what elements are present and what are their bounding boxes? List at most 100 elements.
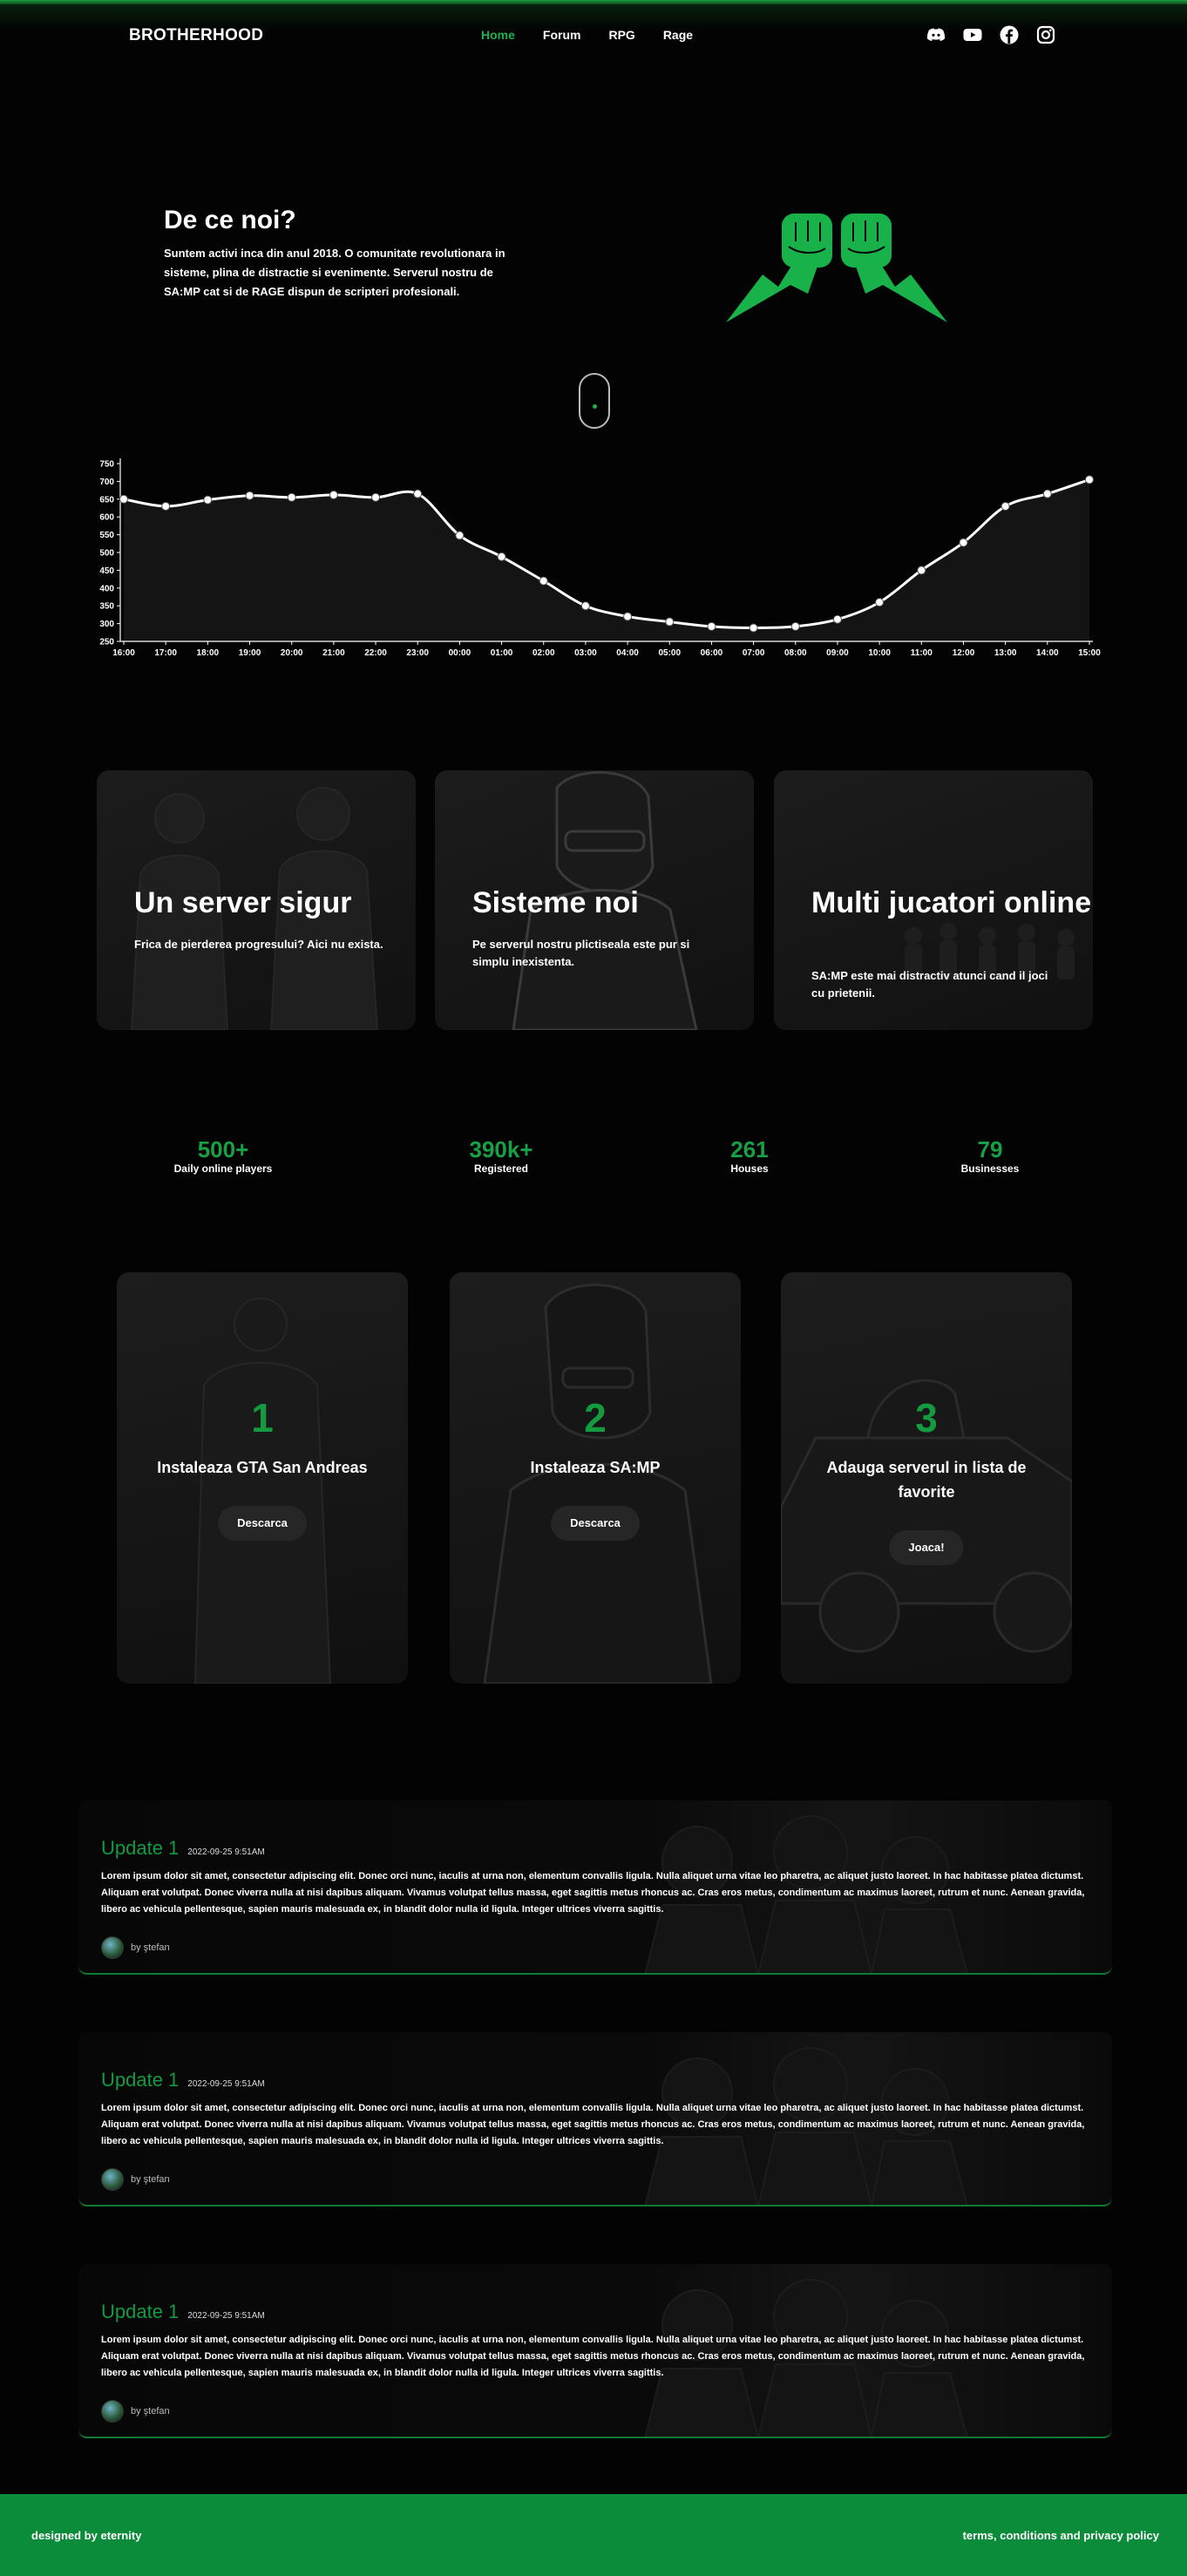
feature-title: Un server sigur [134,886,352,919]
chart-x-tick-label: 03:00 [574,648,597,658]
chart-data-point [707,621,716,631]
chart-y-tick-label: 500 [99,549,114,559]
chart-data-point [203,495,213,505]
chart-data-point [959,538,968,547]
step-number: 1 [251,1395,274,1441]
update-post: Update 1 2022-09-25 9:51AM Lorem ipsum d… [78,2264,1112,2438]
brand-logo[interactable]: BROTHERHOOD [129,26,263,45]
chart-data-point [497,552,506,561]
stat-houses: 261 Houses [654,1136,845,1175]
update-title[interactable]: Update 1 [101,2301,179,2323]
chart-data-point [832,614,842,624]
nav-link-home[interactable]: Home [481,28,515,42]
nav-link-rpg[interactable]: RPG [608,28,634,42]
update-title[interactable]: Update 1 [101,1837,179,1860]
update-date: 2022-09-25 9:51AM [187,2079,265,2089]
update-body: Lorem ipsum dolor sit amet, consectetur … [101,1871,1085,1915]
discord-icon[interactable] [926,24,946,45]
step-card-1: 1 Instaleaza GTA San Andreas Descarca [117,1272,408,1684]
chart-data-point [413,489,423,498]
chart-data-point [119,494,128,504]
play-button[interactable]: Joaca! [889,1530,964,1565]
feature-text: Pe serverul nostru plictiseala este pur … [472,938,690,968]
update-date: 2022-09-25 9:51AM [187,2311,265,2321]
chart-x-tick-label: 08:00 [784,648,807,658]
chart-x-tick-label: 04:00 [616,648,639,658]
nav-link-forum[interactable]: Forum [543,28,581,42]
author-name: by ştefan [131,2174,170,2185]
feature-card-multiplayer: Multi jucatori online SA:MP este mai dis… [774,770,1093,1030]
chart-x-tick-label: 12:00 [953,648,975,658]
scroll-down-indicator[interactable] [579,373,610,429]
chart-y-tick-label: 400 [99,584,114,593]
chart-y-tick-label: 300 [99,620,114,629]
chart-x-tick-label: 13:00 [994,648,1017,658]
chart-x-tick-label: 06:00 [701,648,723,658]
download-gta-button[interactable]: Descarca [218,1506,307,1541]
stat-registered: 390k+ Registered [405,1136,597,1175]
chart-x-tick-label: 16:00 [112,648,135,658]
chart-x-tick-label: 15:00 [1078,648,1101,658]
chart-data-point [455,531,465,540]
social-links [926,24,1056,45]
download-samp-button[interactable]: Descarca [551,1506,640,1541]
chart-data-point [665,617,675,627]
stat-value: 79 [977,1136,1003,1163]
update-date: 2022-09-25 9:51AM [187,1847,265,1857]
step-title: Instaleaza SA:MP [530,1459,661,1476]
author-name: by ştefan [131,2406,170,2417]
chart-data-point [371,492,381,502]
update-post: Update 1 2022-09-25 9:51AM Lorem ipsum d… [78,2032,1112,2207]
step-number: 3 [915,1395,938,1441]
chart-y-tick-label: 350 [99,602,114,612]
nav-link-rage[interactable]: Rage [663,28,693,42]
chart-x-tick-label: 17:00 [154,648,177,658]
footer-credit[interactable]: designed by eternity [31,2529,141,2542]
instagram-icon[interactable] [1035,24,1056,45]
update-header: Update 1 2022-09-25 9:51AM [101,2069,265,2091]
chart-x-tick-label: 20:00 [281,648,303,658]
chart-data-point [245,491,254,500]
brotherhood-fists-illustration [726,214,947,322]
stat-value: 261 [730,1136,769,1163]
feature-title: Sisteme noi [472,886,639,919]
chart-x-tick-label: 21:00 [322,648,345,658]
chart-x-tick-label: 14:00 [1036,648,1059,658]
chart-x-tick-label: 19:00 [239,648,261,658]
chart-x-tick-label: 02:00 [532,648,555,658]
chart-y-tick-label: 650 [99,495,114,505]
chart-x-tick-label: 05:00 [658,648,681,658]
update-author: by ştefan [101,2168,170,2191]
update-post: Update 1 2022-09-25 9:51AM Lorem ipsum d… [78,1800,1112,1975]
players-online-chart: 250 300 350 400 450 500 550 600 650 700 750 16:00 17… [99,458,1101,658]
footer-terms-link[interactable]: terms, conditions and privacy policy [963,2529,1159,2542]
chart-data-point [790,621,800,631]
chart-x-tick-label: 00:00 [449,648,471,658]
chart-x-tick-label: 11:00 [911,648,933,658]
chart-data-point [1000,501,1010,511]
chart-x-tick-label: 10:00 [868,648,891,658]
update-header: Update 1 2022-09-25 9:51AM [101,1837,265,1860]
chart-data-point [917,566,926,575]
stat-label: Houses [730,1163,769,1175]
chart-data-point [539,576,548,586]
step-title: Adauga serverul in lista de favorite [826,1459,1027,1501]
facebook-icon[interactable] [999,24,1020,45]
avatar [101,2168,124,2191]
navbar: BROTHERHOOD Home Forum RPG Rage [0,17,1187,52]
feature-title: Multi jucatori online [811,886,1092,919]
about-text: Suntem activi inca din anul 2018. O comu… [164,247,505,298]
step-number: 2 [584,1395,607,1441]
feature-text: Frica de pierderea progresului? Aici nu … [134,938,383,951]
stat-label: Registered [473,1163,529,1175]
author-name: by ştefan [131,1942,170,1953]
update-author: by ştefan [101,1936,170,1959]
step-card-3: 3 Adauga serverul in lista de favorite J… [781,1272,1072,1684]
chart-x-tick-label: 18:00 [197,648,220,658]
chart-data-point [875,598,885,607]
footer: designed by eternity terms, conditions a… [0,2494,1187,2576]
update-title[interactable]: Update 1 [101,2069,179,2091]
chart-y-tick-label: 450 [99,566,114,576]
stat-value: 390k+ [469,1136,533,1163]
youtube-icon[interactable] [962,24,983,45]
